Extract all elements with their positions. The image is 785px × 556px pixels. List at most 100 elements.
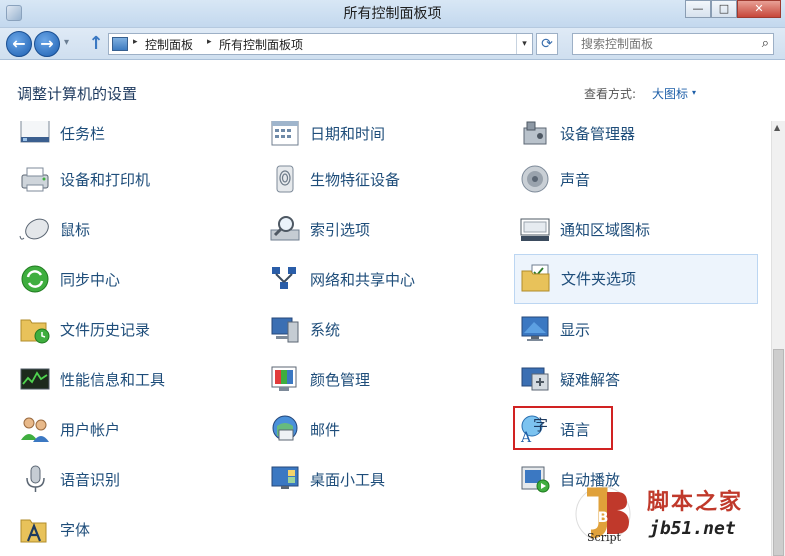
breadcrumb-control-panel[interactable]: 控制面板: [145, 36, 193, 53]
item-mouse[interactable]: 鼠标: [14, 206, 254, 252]
language-highlight-box: [513, 406, 613, 450]
item-label: 日期和时间: [310, 125, 386, 143]
recent-locations-chevron-icon[interactable]: ▾: [64, 37, 69, 48]
item-sync-center[interactable]: 同步中心: [14, 256, 254, 302]
back-button[interactable]: ←: [6, 31, 32, 57]
watermark-site-name: 脚本之家: [647, 490, 744, 515]
item-label: 性能信息和工具: [60, 371, 166, 389]
computer-icon: [112, 37, 128, 51]
item-devices-printers[interactable]: 设备和打印机: [14, 156, 254, 202]
item-display[interactable]: 显示: [514, 306, 754, 352]
forward-button[interactable]: →: [34, 31, 60, 57]
search-input[interactable]: [573, 34, 749, 54]
item-label: 声音: [560, 171, 591, 189]
refresh-button[interactable]: ⟳: [536, 33, 558, 55]
window-controls: — □ ✕: [685, 0, 781, 18]
maximize-button[interactable]: □: [711, 0, 737, 18]
sound-icon: [521, 165, 549, 193]
item-label: 通知区域图标: [560, 221, 651, 239]
item-label: 索引选项: [310, 221, 371, 239]
item-color-management[interactable]: 颜色管理: [264, 356, 504, 402]
gadgets-icon: [271, 466, 299, 489]
indexing-icon: [270, 216, 300, 241]
breadcrumb-all-items[interactable]: 所有控制面板项: [219, 36, 303, 53]
watermark-site-url: jb51.net: [649, 518, 736, 539]
item-label: 颜色管理: [310, 371, 371, 389]
item-date-time[interactable]: 日期和时间: [264, 121, 504, 156]
device-manager-icon: [523, 121, 547, 145]
content-header: 调整计算机的设置 查看方式: 大图标 ▾: [0, 61, 785, 121]
system-icon: [271, 317, 299, 343]
search-box[interactable]: ⌕: [572, 33, 774, 55]
item-label: 系统: [310, 321, 341, 339]
item-label: 邮件: [310, 421, 341, 439]
item-label: 语音识别: [60, 471, 121, 489]
item-taskbar[interactable]: 任务栏: [14, 121, 254, 156]
item-label: 用户帐户: [60, 421, 121, 439]
page-title: 调整计算机的设置: [17, 85, 138, 103]
display-icon: [521, 316, 549, 341]
item-label: 文件历史记录: [60, 321, 151, 339]
speech-icon: [26, 465, 45, 492]
date-time-icon: [271, 121, 299, 146]
address-dropdown-icon[interactable]: ▾: [516, 34, 532, 54]
window-title: 所有控制面板项: [343, 6, 442, 22]
devices-printers-icon: [21, 167, 49, 192]
up-arrow-button[interactable]: ↑: [86, 33, 106, 55]
troubleshooting-icon: [521, 367, 549, 391]
mouse-icon: [19, 218, 49, 240]
item-device-manager[interactable]: 设备管理器: [514, 121, 754, 156]
item-notification-area[interactable]: 通知区域图标: [514, 206, 754, 252]
mail-icon: [272, 415, 298, 441]
minimize-button[interactable]: —: [685, 0, 711, 18]
item-desktop-gadgets[interactable]: 桌面小工具: [264, 456, 504, 502]
item-file-history[interactable]: 文件历史记录: [14, 306, 254, 352]
item-indexing[interactable]: 索引选项: [264, 206, 504, 252]
item-network-sharing[interactable]: 网络和共享中心: [264, 256, 504, 302]
site-watermark: jB Script 脚本之家 jb51.net: [565, 468, 785, 556]
item-label: 网络和共享中心: [310, 271, 416, 289]
breadcrumb-separator-icon[interactable]: ▸: [207, 37, 212, 47]
item-performance[interactable]: 性能信息和工具: [14, 356, 254, 402]
item-speech-recognition[interactable]: 语音识别: [14, 456, 254, 502]
navigation-bar: ← → ▾ ↑ ▸ 控制面板 ▸ 所有控制面板项 ▾ ⟳ ⌕: [0, 28, 785, 60]
item-label: 鼠标: [60, 221, 91, 239]
performance-icon: [20, 368, 50, 390]
notification-icon: [520, 218, 550, 241]
view-by-chevron-icon[interactable]: ▾: [692, 88, 696, 97]
item-label: 桌面小工具: [310, 471, 386, 489]
item-biometric[interactable]: 生物特征设备: [264, 156, 504, 202]
item-label: 设备和打印机: [60, 171, 151, 189]
item-label: 显示: [560, 321, 591, 339]
item-fonts[interactable]: 字体: [14, 506, 254, 552]
item-mail[interactable]: 邮件: [264, 406, 504, 452]
scroll-up-arrow-icon[interactable]: ▲: [774, 123, 780, 132]
user-accounts-icon: [21, 417, 49, 442]
fonts-icon: [20, 519, 47, 543]
item-label: 设备管理器: [560, 125, 636, 143]
sync-icon: [21, 265, 49, 293]
item-sound[interactable]: 声音: [514, 156, 754, 202]
view-by-dropdown[interactable]: 大图标: [652, 85, 688, 102]
item-system[interactable]: 系统: [264, 306, 504, 352]
biometric-icon: [276, 165, 294, 193]
file-history-icon: [20, 319, 50, 344]
item-folder-options[interactable]: 文件夹选项: [514, 254, 758, 304]
item-label: 文件夹选项: [561, 270, 637, 288]
item-label: 任务栏: [60, 125, 106, 143]
watermark-script-text: Script: [587, 531, 621, 544]
item-label: 疑难解答: [560, 371, 621, 389]
item-troubleshooting[interactable]: 疑难解答: [514, 356, 754, 402]
item-label: 同步中心: [60, 271, 121, 289]
folder-options-icon: [521, 264, 550, 292]
network-icon: [272, 267, 296, 289]
autoplay-icon: [521, 466, 550, 493]
search-icon[interactable]: ⌕: [762, 36, 769, 51]
breadcrumb-separator-icon[interactable]: ▸: [133, 37, 138, 47]
taskbar-icon: [20, 121, 50, 143]
address-bar[interactable]: ▸ 控制面板 ▸ 所有控制面板项 ▾: [108, 33, 533, 55]
item-user-accounts[interactable]: 用户帐户: [14, 406, 254, 452]
logo-text: jB: [592, 510, 608, 526]
view-by-label: 查看方式:: [584, 87, 637, 101]
close-button[interactable]: ✕: [737, 0, 781, 18]
